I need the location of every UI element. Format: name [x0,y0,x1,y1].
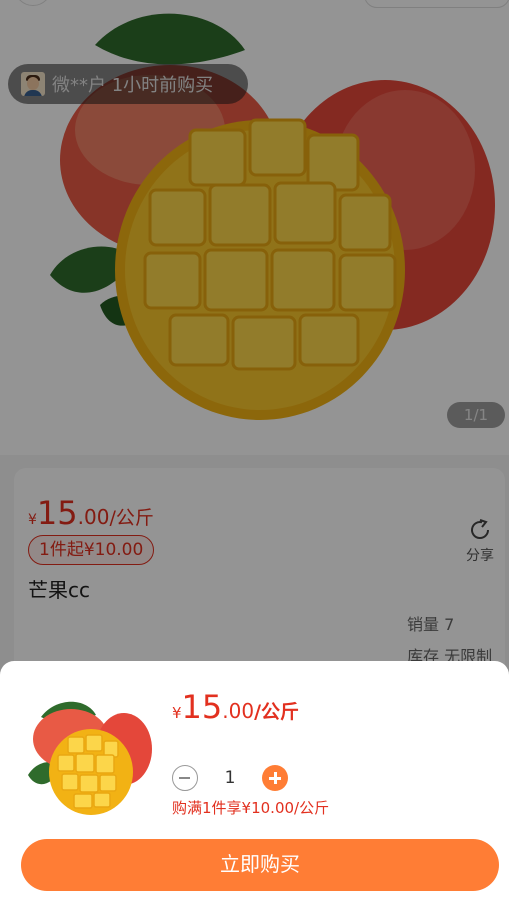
plus-icon[interactable] [262,765,288,791]
sheet-price-unit: /公斤 [254,701,300,723]
quantity-stepper: 1 [172,765,288,791]
quantity-value[interactable]: 1 [198,768,262,788]
product-thumbnail [28,701,152,815]
purchase-sheet: ¥15.00/公斤 1 购满1件享¥10.00/公斤 立即购买 [0,661,509,907]
discount-note: 购满1件享¥10.00/公斤 [172,799,330,817]
buy-now-button[interactable]: 立即购买 [21,839,499,891]
minus-icon[interactable] [172,765,198,791]
sheet-price-currency: ¥ [172,704,182,722]
sheet-price-integer: 15 [181,688,223,726]
sheet-price-decimal: .00 [222,699,255,723]
sheet-price: ¥15.00/公斤 [172,688,299,726]
